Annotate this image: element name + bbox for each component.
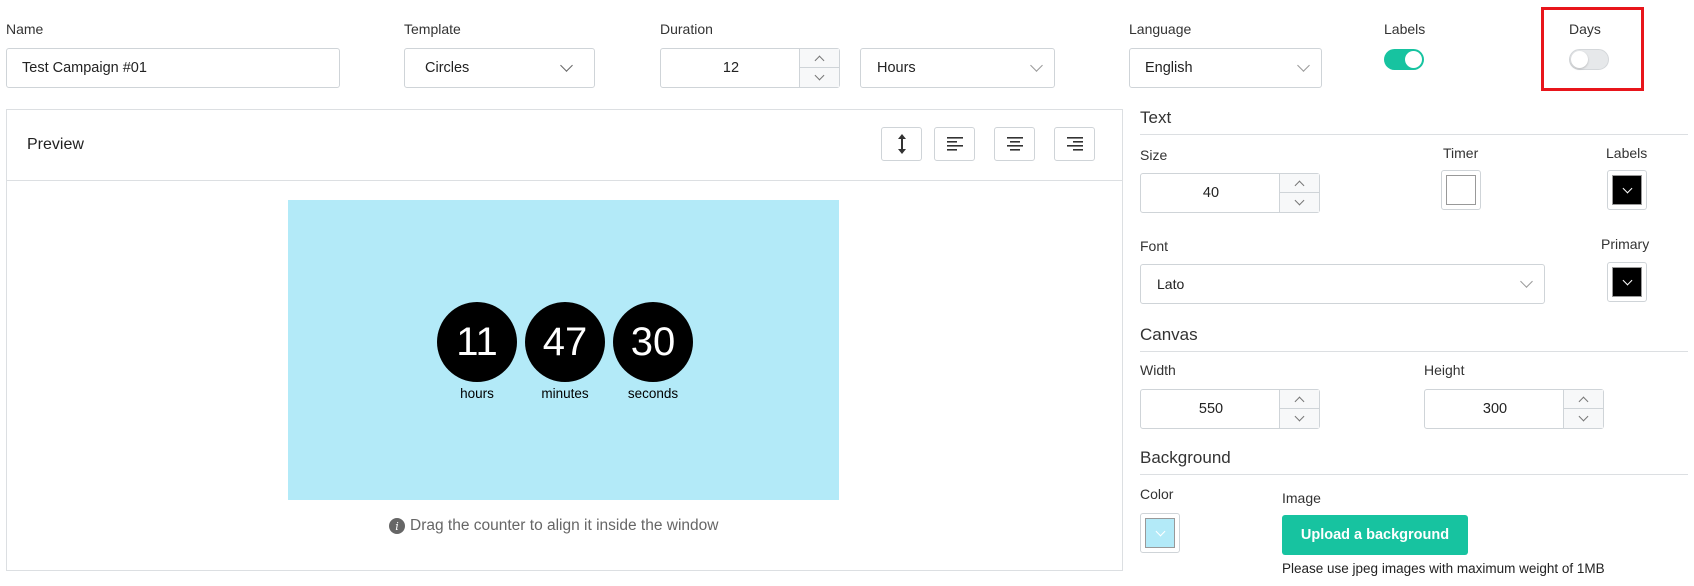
- caret-up-icon: [1578, 396, 1589, 406]
- height-label: Height: [1424, 362, 1465, 378]
- size-increment-button[interactable]: [1280, 174, 1319, 193]
- align-center-button[interactable]: [994, 127, 1035, 161]
- counter-label-hours: hours: [460, 386, 494, 401]
- toggle-knob: [1405, 51, 1422, 68]
- divider: [1140, 474, 1688, 475]
- labels-color-swatch: [1612, 175, 1642, 205]
- duration-value: 12: [722, 60, 740, 76]
- duration-label: Duration: [660, 21, 713, 37]
- duration-increment-button[interactable]: [800, 49, 839, 68]
- size-value: 40: [1202, 185, 1220, 201]
- labels-toggle[interactable]: [1384, 49, 1424, 70]
- height-value: 300: [1482, 401, 1508, 417]
- timer-color-picker[interactable]: [1441, 170, 1481, 210]
- timer-color-label: Timer: [1443, 145, 1479, 161]
- width-increment-button[interactable]: [1280, 390, 1319, 409]
- duration-decrement-button[interactable]: [800, 68, 839, 87]
- divider: [1140, 351, 1688, 352]
- font-label: Font: [1140, 238, 1169, 254]
- chevron-down-icon: [1297, 59, 1310, 72]
- canvas-section-title: Canvas: [1140, 325, 1198, 344]
- labels-toggle-label: Labels: [1384, 21, 1426, 37]
- primary-color-label: Primary: [1601, 236, 1650, 252]
- background-section-title: Background: [1140, 448, 1231, 467]
- chevron-down-icon: [1622, 183, 1632, 194]
- duration-stepper[interactable]: 12: [660, 48, 840, 88]
- language-label: Language: [1129, 21, 1192, 37]
- chevron-down-icon: [1155, 526, 1165, 537]
- caret-down-icon: [1578, 411, 1589, 422]
- height-decrement-button[interactable]: [1564, 409, 1603, 428]
- info-icon: i: [389, 518, 405, 534]
- caret-down-icon: [814, 70, 825, 81]
- align-right-button[interactable]: [1054, 127, 1095, 161]
- counter-label-minutes: minutes: [541, 386, 589, 401]
- counter-label-seconds: seconds: [627, 386, 679, 401]
- name-value: Test Campaign #01: [22, 60, 147, 76]
- name-label: Name: [6, 21, 44, 37]
- text-section-title: Text: [1140, 108, 1172, 127]
- width-label: Width: [1140, 362, 1176, 378]
- counter-seconds[interactable]: 30: [613, 302, 693, 382]
- counter-minutes[interactable]: 47: [525, 302, 605, 382]
- duration-unit-select[interactable]: Hours: [860, 48, 1055, 88]
- labels-color-label: Labels: [1606, 145, 1648, 161]
- drag-hint-text: Drag the counter to align it inside the …: [410, 517, 719, 534]
- timer-color-swatch: [1446, 175, 1476, 205]
- align-left-button[interactable]: [934, 127, 975, 161]
- upload-background-button[interactable]: Upload a background: [1282, 515, 1468, 555]
- align-left-icon: [946, 137, 963, 151]
- size-label: Size: [1140, 147, 1168, 163]
- height-increment-button[interactable]: [1564, 390, 1603, 409]
- font-value: Lato: [1157, 276, 1185, 292]
- primary-color-swatch: [1612, 267, 1642, 297]
- vertical-arrows-icon: [897, 134, 906, 154]
- caret-up-icon: [814, 55, 825, 65]
- template-value: Circles: [425, 60, 470, 76]
- preview-title: Preview: [27, 136, 84, 153]
- caret-up-icon: [1294, 180, 1305, 190]
- caret-down-icon: [1294, 195, 1305, 206]
- drag-hint: i Drag the counter to align it inside th…: [389, 517, 718, 535]
- divider: [1140, 134, 1688, 135]
- width-value: 550: [1198, 401, 1224, 417]
- language-select[interactable]: English: [1129, 48, 1322, 88]
- vertical-center-button[interactable]: [881, 127, 922, 161]
- background-color-picker[interactable]: [1140, 513, 1180, 553]
- background-color-swatch: [1145, 518, 1175, 548]
- days-toggle[interactable]: [1569, 49, 1609, 70]
- name-input[interactable]: Test Campaign #01: [6, 48, 340, 88]
- chevron-down-icon: [1622, 275, 1632, 286]
- width-decrement-button[interactable]: [1280, 409, 1319, 428]
- primary-color-picker[interactable]: [1607, 262, 1647, 302]
- language-value: English: [1145, 60, 1193, 76]
- caret-up-icon: [1294, 396, 1305, 406]
- counter-hours[interactable]: 11: [437, 302, 517, 382]
- background-color-label: Color: [1140, 486, 1174, 502]
- align-center-icon: [1006, 137, 1023, 151]
- caret-down-icon: [1294, 411, 1305, 422]
- align-right-icon: [1066, 137, 1083, 151]
- labels-color-picker[interactable]: [1607, 170, 1647, 210]
- toggle-knob: [1571, 51, 1588, 68]
- height-stepper[interactable]: 300: [1424, 389, 1604, 429]
- size-decrement-button[interactable]: [1280, 193, 1319, 212]
- days-toggle-label: Days: [1569, 21, 1601, 37]
- background-image-label: Image: [1282, 490, 1321, 506]
- size-stepper[interactable]: 40: [1140, 173, 1320, 213]
- upload-note: Please use jpeg images with maximum weig…: [1282, 561, 1605, 576]
- duration-unit-value: Hours: [877, 60, 916, 76]
- chevron-down-icon: [560, 59, 573, 72]
- width-stepper[interactable]: 550: [1140, 389, 1320, 429]
- template-label: Template: [404, 21, 461, 37]
- chevron-down-icon: [1030, 59, 1043, 72]
- font-select[interactable]: Lato: [1140, 264, 1545, 304]
- template-select[interactable]: Circles: [404, 48, 595, 88]
- chevron-down-icon: [1520, 275, 1533, 288]
